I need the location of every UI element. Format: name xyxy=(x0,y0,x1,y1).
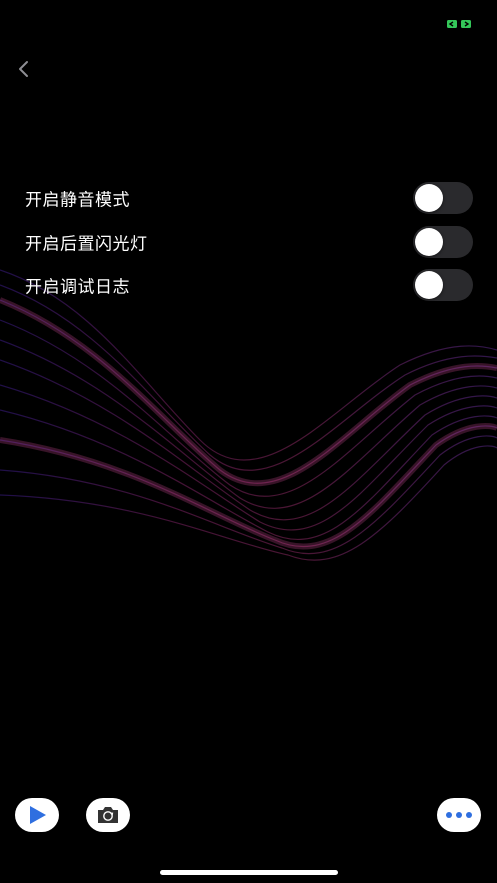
setting-row-rear-flash: 开启后置闪光灯 xyxy=(0,224,497,260)
setting-label-rear-flash: 开启后置闪光灯 xyxy=(25,234,148,255)
toggle-knob xyxy=(415,228,443,256)
setting-label-debug-log: 开启调试日志 xyxy=(25,277,130,298)
setting-label-silent-mode: 开启静音模式 xyxy=(25,190,130,211)
chevron-left-icon xyxy=(19,61,28,77)
home-indicator xyxy=(160,870,338,875)
camera-switch-icon xyxy=(98,807,118,823)
battery-indicator-icon xyxy=(447,20,471,28)
wave-background xyxy=(0,269,497,561)
play-button[interactable] xyxy=(15,798,59,832)
debug-log-toggle[interactable] xyxy=(413,269,473,301)
setting-row-debug-log: 开启调试日志 xyxy=(0,267,497,303)
toggle-knob xyxy=(415,184,443,212)
silent-mode-toggle[interactable] xyxy=(413,182,473,214)
play-icon xyxy=(30,806,46,824)
toggle-knob xyxy=(415,271,443,299)
setting-row-silent-mode: 开启静音模式 xyxy=(0,180,497,216)
camera-switch-button[interactable] xyxy=(86,798,130,832)
more-button[interactable] xyxy=(437,798,481,832)
more-dots-icon xyxy=(446,812,472,818)
rear-flash-toggle[interactable] xyxy=(413,226,473,258)
back-button[interactable] xyxy=(10,54,38,84)
screen: 开启静音模式 开启后置闪光灯 开启调试日志 xyxy=(0,0,497,883)
